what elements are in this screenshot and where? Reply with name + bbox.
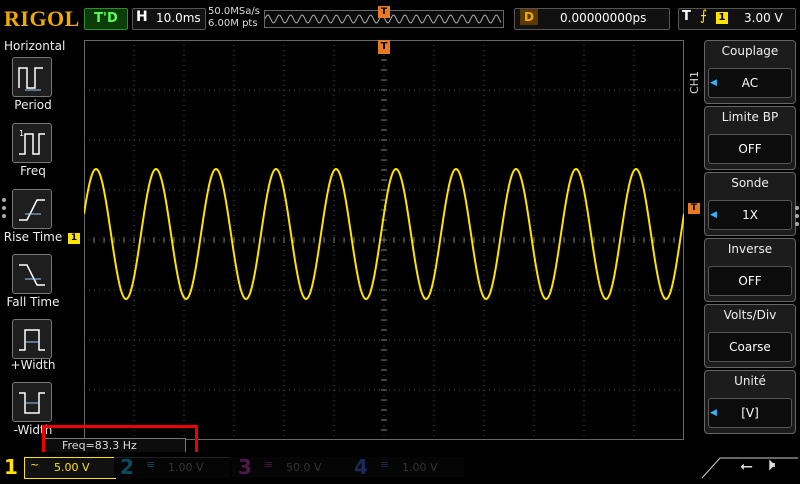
usb-icon: ⭠ [740,456,753,475]
fall-time-icon [19,264,45,286]
menu-page-dot [795,222,799,226]
rise-time-button[interactable] [12,189,52,229]
channel3-coupling-icon: ≡ [264,458,274,471]
channel1-coupling-icon: ~ [30,458,40,471]
unit-arrow-icon: ◀ [710,408,717,418]
trigger-level-marker[interactable]: T [688,203,700,214]
volts-div-title: Volts/Div [723,308,777,322]
coupling-arrow-icon: ◀ [710,78,717,88]
delay-label: D [520,9,538,25]
waveform-display[interactable] [83,39,685,441]
sample-rate: 50.0MSa/s [208,6,260,17]
rising-edge-icon: ⨍ [700,8,708,24]
menu-page-dot [2,214,6,218]
fall-time-label: Fall Time [6,295,60,309]
unit-title: Unité [734,374,766,388]
period-icon [18,67,43,91]
bandwidth-limit-title: Limite BP [721,110,779,124]
horizontal-menu-title: Horizontal [4,39,66,53]
channel4-coupling-icon: ≡ [380,458,390,471]
pos-width-label: +Width [10,358,56,372]
trigger-label: T [682,9,691,24]
channel1-number: 1 [4,455,18,479]
channel-menu-tag: CH1 [688,71,701,94]
invert-title: Inverse [727,242,773,256]
unit-value[interactable]: [V] [708,398,792,428]
probe-arrow-icon: ◀ [710,210,717,220]
svg-text:1: 1 [19,129,24,138]
memory-depth: 6.00M pts [208,18,258,29]
trigger-position-marker[interactable]: T [378,40,390,54]
channel4-number: 4 [354,455,368,479]
rise-time-icon [19,199,45,221]
freq-icon: 1 [19,129,45,155]
channel4-scale: 1.00 V [402,461,438,474]
rigol-logo: RIGOL [4,6,80,31]
memory-trigger-marker: T [378,6,390,18]
bandwidth-limit-value[interactable]: OFF [708,134,792,164]
menu-page-dot [2,198,6,202]
pos-width-icon [19,329,45,351]
freq-label: Freq [20,164,46,178]
channel2-number: 2 [120,455,134,479]
channel3-number: 3 [238,455,252,479]
freq-button[interactable]: 1 [12,123,52,163]
channel2-coupling-icon: ≡ [146,458,156,471]
fall-time-button[interactable] [12,254,52,294]
channel2-scale: 1.00 V [168,461,204,474]
channel3-scale: 50.0 V [286,461,322,474]
probe-title: Sonde [731,176,769,190]
probe-value[interactable]: 1X [708,200,792,230]
trigger-level-value: 3.00 V [744,11,783,25]
coupling-value[interactable]: AC [708,68,792,98]
timebase-value: 10.0ms [156,11,201,25]
horizontal-label: H [136,9,148,25]
neg-width-icon [19,392,45,414]
rise-time-label: Rise Time [3,230,63,244]
menu-page-dot [2,206,6,210]
invert-value[interactable]: OFF [708,266,792,296]
channel1-offset-marker[interactable]: 1 [68,233,80,244]
pos-width-button[interactable] [12,319,52,359]
period-button[interactable] [12,57,52,97]
period-label: Period [14,98,52,112]
volts-div-value[interactable]: Coarse [708,332,792,362]
menu-page-dot [795,206,799,210]
speaker-muted-icon[interactable]: 🕨 [764,454,775,475]
graticule [83,39,685,441]
trigger-source-badge: 1 [716,12,728,24]
channel1-scale: 5.00 V [54,461,90,474]
coupling-title: Couplage [721,44,779,58]
run-state-badge[interactable]: T'D [84,8,128,30]
neg-width-button[interactable] [12,382,52,422]
menu-page-dot [795,214,799,218]
delay-value: 0.00000000ps [560,11,647,25]
